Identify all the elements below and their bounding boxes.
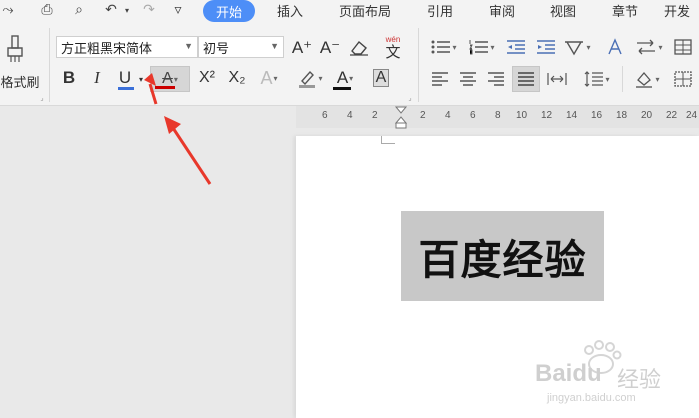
red-arrow-large — [171, 127, 212, 185]
red-arrowhead-large — [164, 116, 181, 134]
annotation-arrows — [144, 73, 212, 185]
red-arrow-small — [148, 83, 158, 105]
wps-writer-window: ⤳ ⎙ ⌕ ↶ ▾ ↷ ▿ 开始 插入 页面布局 引用 审阅 视图 章节 开发 … — [0, 0, 699, 418]
